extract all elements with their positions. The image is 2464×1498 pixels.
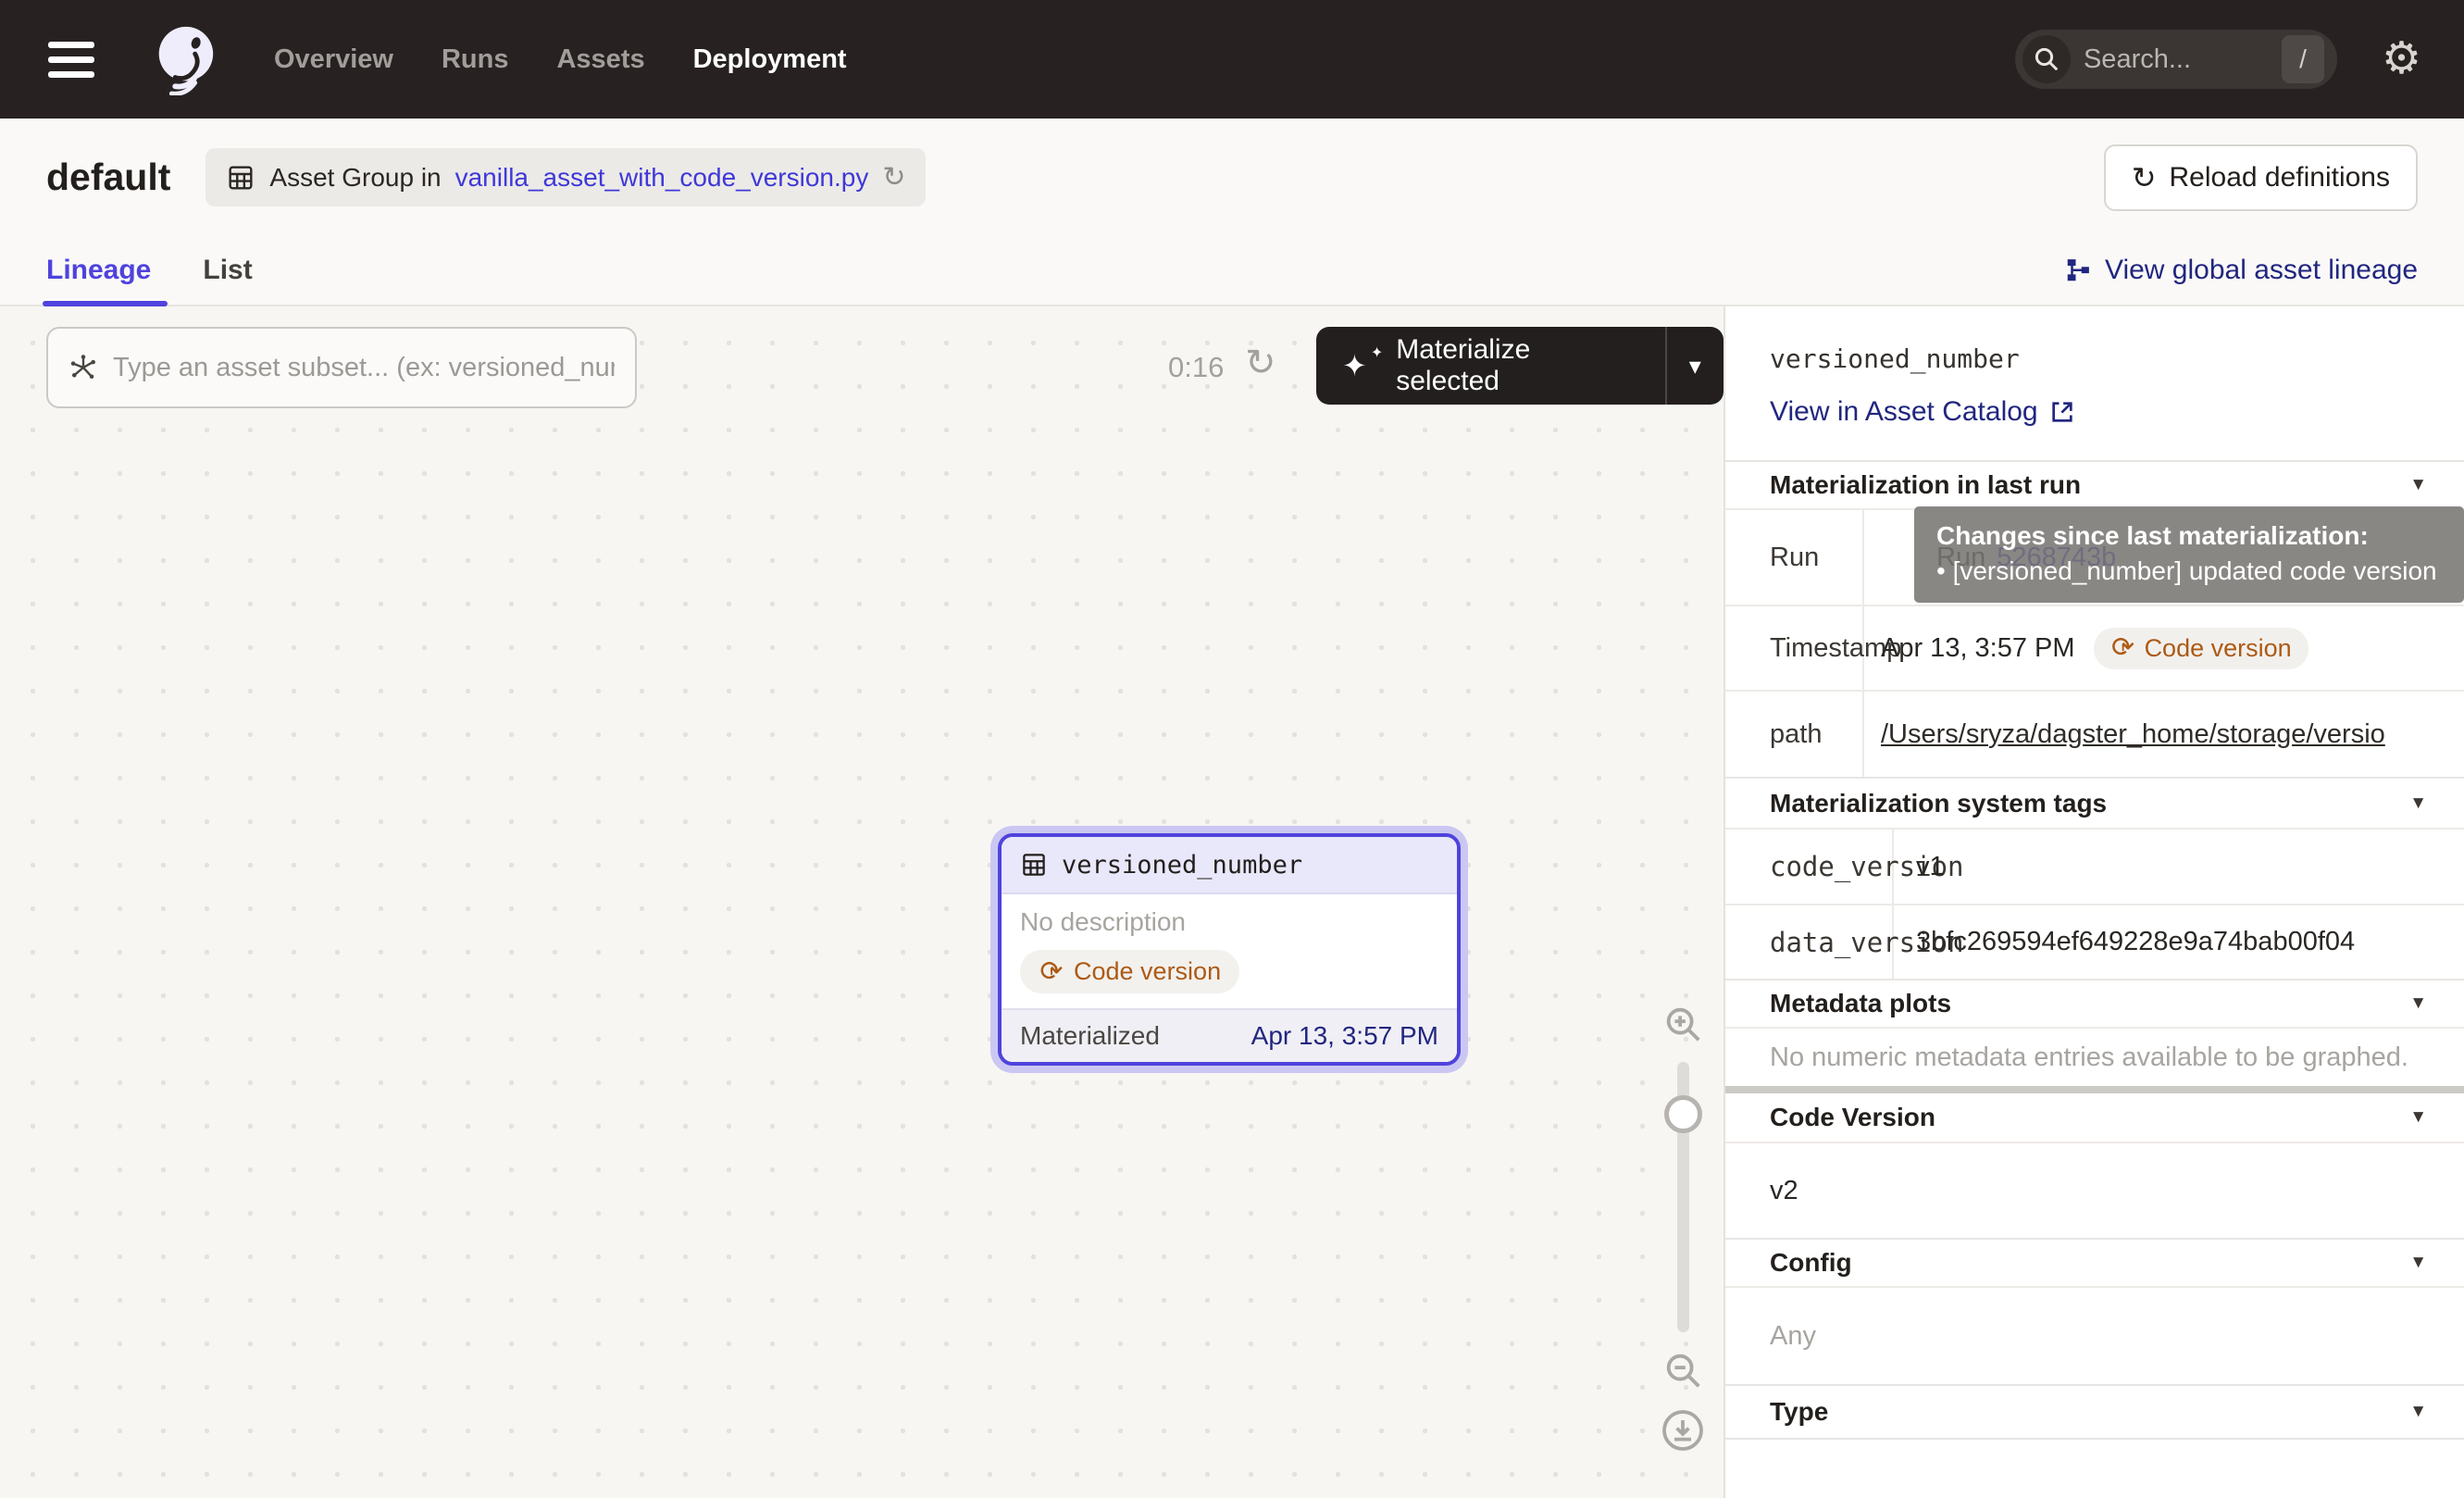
code-version-value: v2 xyxy=(1725,1142,2464,1238)
tab-bar: Lineage List View global asset lineage xyxy=(0,236,2464,306)
code-version-badge[interactable]: ⟳ ! Code version xyxy=(1020,950,1239,993)
sparkle-icon: ✦ xyxy=(1371,343,1383,362)
timestamp-value: Apr 13, 3:57 PM xyxy=(1881,633,2075,664)
run-row-label: Run xyxy=(1725,510,1864,605)
materialized-timestamp[interactable]: Apr 13, 3:57 PM xyxy=(1251,1021,1438,1051)
asset-node-header: versioned_number xyxy=(1002,837,1457,894)
asset-subset-filter[interactable] xyxy=(46,327,637,408)
asset-node-title: versioned_number xyxy=(1062,851,1302,880)
asset-graph-icon xyxy=(68,353,98,382)
asset-group-file-link[interactable]: vanilla_asset_with_code_version.py xyxy=(455,163,869,193)
page-header: default Asset Group in vanilla_asset_wit… xyxy=(0,119,2464,236)
download-image-icon[interactable] xyxy=(1661,1408,1705,1453)
caret-down-icon[interactable]: ▼ xyxy=(2409,993,2427,1014)
config-value: Any xyxy=(1725,1286,2464,1384)
metadata-plots-empty-message: No numeric metadata entries available to… xyxy=(1725,1027,2464,1086)
zoom-slider-handle[interactable] xyxy=(1664,1095,1702,1133)
asset-subset-input[interactable] xyxy=(113,353,615,383)
view-in-asset-catalog-link[interactable]: View in Asset Catalog xyxy=(1770,396,2075,428)
section-materialization-system-tags[interactable]: Materialization system tags ▼ xyxy=(1725,777,2464,828)
search-icon xyxy=(2022,35,2071,83)
section-metadata-plots[interactable]: Metadata plots ▼ xyxy=(1725,979,2464,1027)
tooltip-title: Changes since last materialization: xyxy=(1936,518,2442,554)
materialize-selected-button[interactable]: ✦ ✦ Materialize selected ▾ xyxy=(1316,327,1724,405)
section-divider xyxy=(1725,1086,2464,1093)
global-search[interactable]: / xyxy=(2015,30,2337,89)
lineage-graph-icon xyxy=(2064,256,2092,284)
changes-since-last-materialization-tooltip: Changes since last materialization: • [v… xyxy=(1914,506,2464,603)
sidebar-asset-name: versioned_number xyxy=(1770,343,2427,374)
caret-down-icon[interactable]: ▼ xyxy=(2409,475,2427,495)
code-version-tag-label: code_version xyxy=(1725,830,1894,904)
section-config[interactable]: Config ▼ xyxy=(1725,1238,2464,1286)
dagster-logo-icon[interactable] xyxy=(148,23,220,95)
sparkle-icon: ✦ xyxy=(1342,348,1367,383)
caret-down-icon[interactable]: ▼ xyxy=(2409,1107,2427,1128)
table-icon xyxy=(1020,851,1048,879)
gear-icon[interactable]: ⚙ xyxy=(2382,37,2421,81)
top-navbar: Overview Runs Assets Deployment / ⚙ xyxy=(0,0,2464,119)
zoom-out-icon[interactable] xyxy=(1661,1349,1704,1392)
menu-icon[interactable] xyxy=(43,36,100,83)
section-materialization-in-last-run[interactable]: Materialization in last run ▼ xyxy=(1725,460,2464,508)
nav-item-assets[interactable]: Assets xyxy=(556,44,644,75)
nav-item-overview[interactable]: Overview xyxy=(274,44,393,75)
materialized-status-label: Materialized xyxy=(1020,1021,1160,1051)
tab-lineage[interactable]: Lineage xyxy=(46,236,151,305)
section-type[interactable]: Type ▼ xyxy=(1725,1384,2464,1440)
search-shortcut-key: / xyxy=(2282,35,2324,83)
nav-item-deployment[interactable]: Deployment xyxy=(693,44,847,75)
code-version-tag-row: code_version v1 xyxy=(1725,828,2464,904)
asset-node-footer: Materialized Apr 13, 3:57 PM xyxy=(1002,1008,1457,1062)
asset-node-description: No description xyxy=(1020,907,1438,937)
code-version-tag-value: v1 xyxy=(1894,830,2464,904)
code-version-cycle-icon: ⟳ ! xyxy=(1039,958,1064,986)
storage-path-link[interactable]: /Users/sryza/dagster_home/storage/versio xyxy=(1881,719,2385,750)
dagster-app: Overview Runs Assets Deployment / ⚙ defa… xyxy=(0,0,2464,1498)
zoom-controls xyxy=(1649,1003,1716,1453)
main-area: 0:16 ↻ ✦ ✦ Materialize selected ▾ xyxy=(0,306,2464,1498)
caret-down-icon[interactable]: ▼ xyxy=(2409,793,2427,814)
section-code-version[interactable]: Code Version ▼ xyxy=(1725,1093,2464,1142)
refresh-timer: 0:16 xyxy=(1168,351,1224,384)
table-icon xyxy=(226,163,255,193)
data-version-tag-label: data_version xyxy=(1725,905,1894,979)
timestamp-row-label: Timestamp xyxy=(1725,606,1864,690)
lineage-canvas[interactable]: 0:16 ↻ ✦ ✦ Materialize selected ▾ xyxy=(0,306,1724,1498)
refresh-icon[interactable]: ↻ xyxy=(882,161,905,193)
code-version-badge[interactable]: ⟳ ! Code version xyxy=(2094,628,2308,669)
nav-links: Overview Runs Assets Deployment xyxy=(274,44,847,75)
data-version-tag-value: 3bfc269594ef649228e9a74bab00f04 xyxy=(1894,905,2464,979)
asset-group-chip[interactable]: Asset Group in vanilla_asset_with_code_v… xyxy=(205,148,926,206)
materialize-dropdown-button[interactable]: ▾ xyxy=(1667,327,1724,405)
nav-item-runs[interactable]: Runs xyxy=(442,44,509,75)
zoom-slider[interactable] xyxy=(1662,1062,1703,1332)
data-version-tag-row: data_version 3bfc269594ef649228e9a74bab0… xyxy=(1725,904,2464,979)
path-row: path /Users/sryza/dagster_home/storage/v… xyxy=(1725,690,2464,777)
timestamp-row: Timestamp Apr 13, 3:57 PM ⟳ ! Code versi… xyxy=(1725,605,2464,690)
tooltip-item: • [versioned_number] updated code versio… xyxy=(1936,554,2442,589)
chevron-down-icon: ▾ xyxy=(1689,352,1701,381)
page-title: default xyxy=(46,156,170,199)
code-version-cycle-icon: ⟳ ! xyxy=(2110,634,2136,662)
asset-node-versioned-number[interactable]: versioned_number No description ⟳ ! Code… xyxy=(998,833,1461,1066)
asset-node-body: No description ⟳ ! Code version xyxy=(1002,894,1457,1008)
view-global-asset-lineage-link[interactable]: View global asset lineage xyxy=(2064,255,2418,286)
reload-definitions-button[interactable]: ↻ Reload definitions xyxy=(2104,144,2418,211)
refresh-icon: ↻ xyxy=(2132,160,2157,195)
path-row-label: path xyxy=(1725,692,1864,777)
caret-down-icon[interactable]: ▼ xyxy=(2409,1253,2427,1273)
asset-group-prefix: Asset Group in xyxy=(269,163,441,193)
external-link-icon xyxy=(2049,399,2075,425)
asset-details-sidebar: versioned_number View in Asset Catalog M… xyxy=(1724,306,2464,1498)
caret-down-icon[interactable]: ▼ xyxy=(2409,1402,2427,1422)
tab-list[interactable]: List xyxy=(203,236,252,305)
refresh-icon[interactable]: ↻ xyxy=(1245,342,1276,384)
search-input[interactable] xyxy=(2084,44,2269,75)
zoom-in-icon[interactable] xyxy=(1661,1003,1704,1045)
